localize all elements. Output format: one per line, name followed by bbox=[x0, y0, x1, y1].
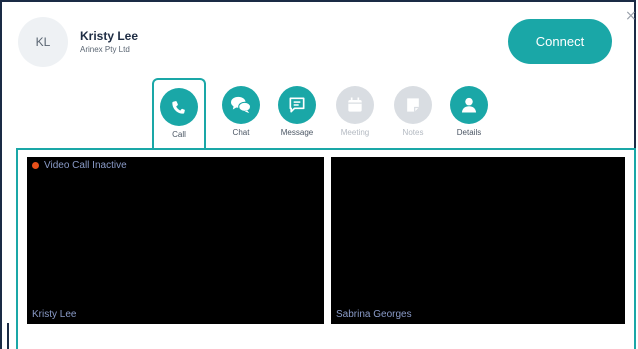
action-tabs: Call Chat Message Meeting Notes Details bbox=[152, 78, 512, 150]
video-status-text: Video Call Inactive bbox=[44, 160, 127, 171]
contact-name: Kristy Lee bbox=[80, 29, 139, 43]
tab-meeting[interactable]: Meeting bbox=[328, 78, 382, 148]
tab-chat[interactable]: Chat bbox=[214, 78, 268, 148]
remote-video-name: Sabrina Georges bbox=[336, 309, 412, 320]
local-video: Video Call Inactive Kristy Lee bbox=[27, 157, 324, 324]
note-icon bbox=[394, 86, 432, 124]
tab-message-label: Message bbox=[280, 128, 314, 137]
tab-call[interactable]: Call bbox=[152, 78, 206, 150]
avatar: KL bbox=[18, 17, 68, 67]
phone-icon bbox=[160, 88, 198, 126]
left-border-line bbox=[7, 323, 9, 349]
tab-details[interactable]: Details bbox=[442, 78, 496, 148]
chat-bubbles-icon bbox=[222, 86, 260, 124]
local-video-name: Kristy Lee bbox=[32, 309, 77, 320]
person-icon bbox=[450, 86, 488, 124]
tab-message[interactable]: Message bbox=[270, 78, 324, 148]
tab-notes[interactable]: Notes bbox=[386, 78, 440, 148]
contact-company: Arinex Pty Ltd bbox=[80, 45, 130, 54]
connect-button[interactable]: Connect bbox=[508, 19, 612, 64]
tab-notes-label: Notes bbox=[402, 128, 424, 137]
video-status: Video Call Inactive bbox=[32, 160, 127, 171]
calendar-icon bbox=[336, 86, 374, 124]
status-dot bbox=[32, 162, 39, 169]
message-icon bbox=[278, 86, 316, 124]
remote-video: Sabrina Georges bbox=[331, 157, 625, 324]
avatar-initials: KL bbox=[35, 35, 51, 49]
close-icon[interactable]: × bbox=[625, 9, 637, 23]
tab-meeting-label: Meeting bbox=[340, 128, 370, 137]
tab-chat-label: Chat bbox=[232, 128, 250, 137]
tab-call-label: Call bbox=[172, 130, 186, 139]
tab-details-label: Details bbox=[456, 128, 482, 137]
